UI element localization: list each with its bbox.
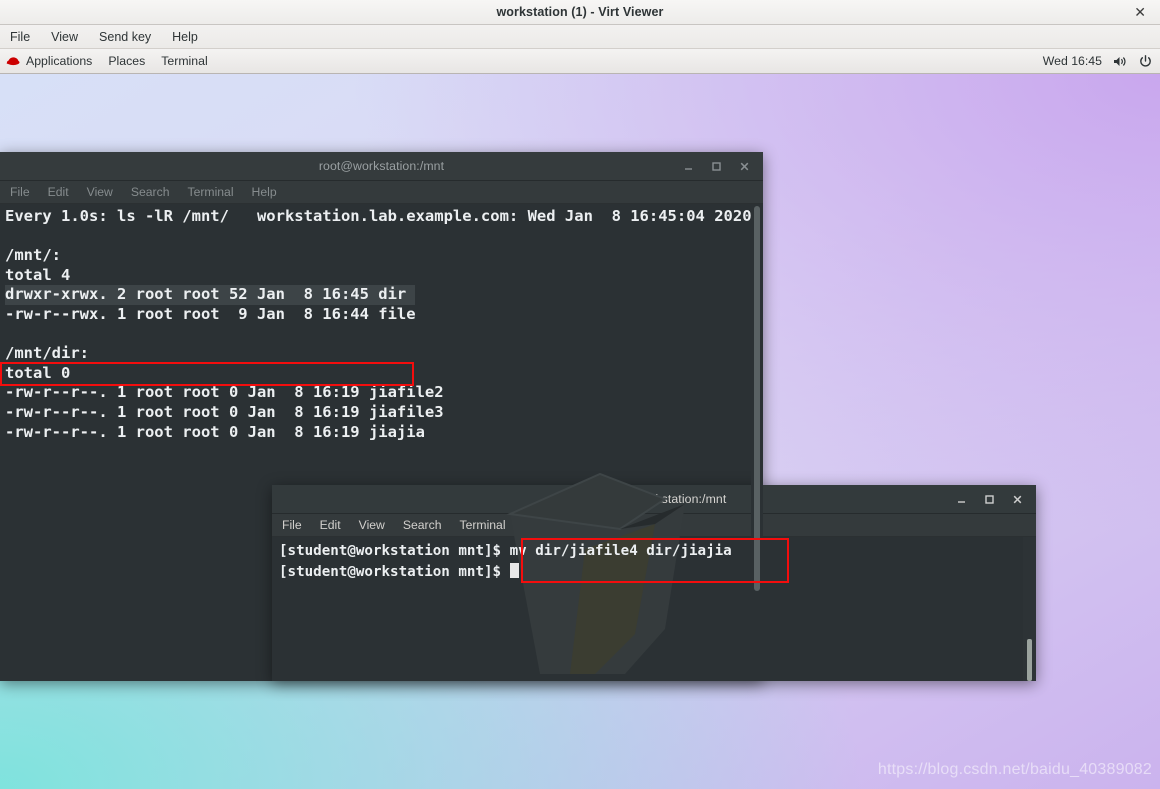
terminal-student-prompt-2: [student@workstation mnt]$	[279, 564, 510, 580]
panel-right-group: Wed 16:45	[1043, 49, 1152, 73]
menu-view[interactable]: View	[49, 29, 80, 45]
blog-watermark: https://blog.csdn.net/baidu_40389082	[877, 761, 1152, 778]
terminal-root-line-highlighted: drwxr-xrwx. 2 root root 52 Jan 8 16:45 d…	[5, 285, 415, 305]
terminal-student-menu-file[interactable]: File	[280, 518, 304, 532]
terminal-root-scrollbar-thumb[interactable]	[754, 206, 760, 591]
terminal-student-menu-edit[interactable]: Edit	[318, 518, 343, 532]
terminal-root-line: drwxr-xrwx. 2 root root 52 Jan 8 16:45 d…	[5, 285, 763, 305]
volume-icon[interactable]	[1113, 55, 1128, 68]
terminal-root-line: total 4	[5, 265, 71, 284]
app-title: workstation (1) - Virt Viewer	[496, 5, 664, 19]
terminal-root-line: /mnt/:	[5, 246, 61, 265]
gnome-top-panel: Applications Places Terminal Wed 16:45	[0, 49, 1160, 74]
terminal-root-menu-view[interactable]: View	[85, 185, 115, 199]
terminal-student-scrollbar-thumb[interactable]	[1027, 639, 1032, 681]
terminal-root-line	[5, 227, 763, 247]
terminal-root-line: -rw-r--rwx. 1 root root 9 Jan 8 16:44 fi…	[5, 304, 416, 323]
terminal-student-command: mv dir/jiafile4 dir/jiajia	[509, 543, 732, 559]
red-hat-logo-icon	[6, 56, 21, 67]
terminal-student-menubar: File Edit View Search Terminal Help	[272, 514, 1036, 537]
terminal-root-line: -rw-r--r--. 1 root root 0 Jan 8 16:19 ji…	[5, 422, 425, 441]
terminal-student-titlebar[interactable]: student@workstation:/mnt	[272, 485, 1036, 514]
terminal-student-title: student@workstation:/mnt	[581, 492, 727, 506]
terminal-root-line: -rw-r--r--. 1 root root 0 Jan 8 16:19 ji…	[5, 383, 444, 402]
minimize-icon[interactable]	[681, 159, 695, 173]
terminal-student-cursor	[509, 563, 519, 578]
terminal-root-line: /mnt/dir:	[5, 344, 89, 363]
terminal-root-scrollbar[interactable]	[751, 204, 763, 681]
panel-item-places[interactable]: Places	[108, 54, 145, 68]
terminal-root-menu-help[interactable]: Help	[250, 185, 279, 199]
terminal-root-line: total 0	[5, 363, 71, 382]
close-icon[interactable]: ✕	[1130, 3, 1150, 21]
maximize-icon[interactable]	[709, 159, 723, 173]
terminal-root-menu-edit[interactable]: Edit	[46, 185, 71, 199]
terminal-student-menu-view[interactable]: View	[357, 518, 387, 532]
menu-send-key[interactable]: Send key	[97, 29, 153, 45]
terminal-student-prompt-1: [student@workstation mnt]$	[279, 543, 510, 559]
terminal-root-window-buttons	[681, 152, 757, 180]
terminal-student-scrollbar[interactable]	[1023, 537, 1036, 681]
virt-viewer-window: workstation (1) - Virt Viewer ✕ File Vie…	[0, 0, 1160, 789]
panel-label-places: Places	[108, 54, 146, 68]
close-icon[interactable]	[737, 159, 751, 173]
maximize-icon[interactable]	[982, 492, 996, 506]
terminal-root-title: root@workstation:/mnt	[318, 159, 445, 173]
terminal-student-output: [student@workstation mnt]$ mv dir/jiafil…	[274, 541, 1036, 583]
minimize-icon[interactable]	[954, 492, 968, 506]
panel-item-terminal[interactable]: Terminal	[161, 54, 207, 68]
terminal-root-line: -rw-r--r--. 1 root root 0 Jan 8 16:19 ji…	[5, 402, 444, 421]
terminal-root-menu-file[interactable]: File	[8, 185, 32, 199]
terminal-root-menu-terminal[interactable]: Terminal	[185, 185, 235, 199]
terminal-student-body[interactable]: [student@workstation mnt]$ mv dir/jiafil…	[272, 537, 1036, 681]
terminal-root-line	[5, 325, 763, 345]
terminal-root-titlebar[interactable]: root@workstation:/mnt	[0, 152, 763, 181]
terminal-student-menu-help[interactable]: Help	[522, 518, 551, 532]
panel-label-terminal: Terminal	[161, 54, 208, 68]
terminal-root-line: Every 1.0s: ls -lR /mnt/ workstation.lab…	[5, 207, 752, 225]
guest-desktop: root@workstation:/mnt File Edit View Sea…	[0, 74, 1160, 789]
terminal-root-menu-search[interactable]: Search	[129, 185, 172, 199]
terminal-window-student[interactable]: student@workstation:/mnt File Edit View	[272, 485, 1036, 681]
terminal-student-menu-terminal[interactable]: Terminal	[457, 518, 507, 532]
close-icon[interactable]	[1010, 492, 1024, 506]
terminal-root-menubar: File Edit View Search Terminal Help	[0, 181, 763, 204]
menu-file[interactable]: File	[8, 29, 32, 45]
menu-help[interactable]: Help	[170, 29, 200, 45]
app-menubar: File View Send key Help	[0, 25, 1160, 49]
panel-clock[interactable]: Wed 16:45	[1043, 54, 1102, 68]
app-titlebar: workstation (1) - Virt Viewer ✕	[0, 0, 1160, 25]
panel-label-applications: Applications	[26, 54, 93, 68]
panel-item-applications[interactable]: Applications	[6, 54, 92, 68]
panel-left-group: Applications Places Terminal	[6, 54, 208, 68]
terminal-root-output: Every 1.0s: ls -lR /mnt/ workstation.lab…	[2, 207, 763, 442]
terminal-student-window-buttons	[954, 485, 1030, 513]
power-icon[interactable]	[1139, 54, 1152, 68]
terminal-student-menu-search[interactable]: Search	[401, 518, 444, 532]
